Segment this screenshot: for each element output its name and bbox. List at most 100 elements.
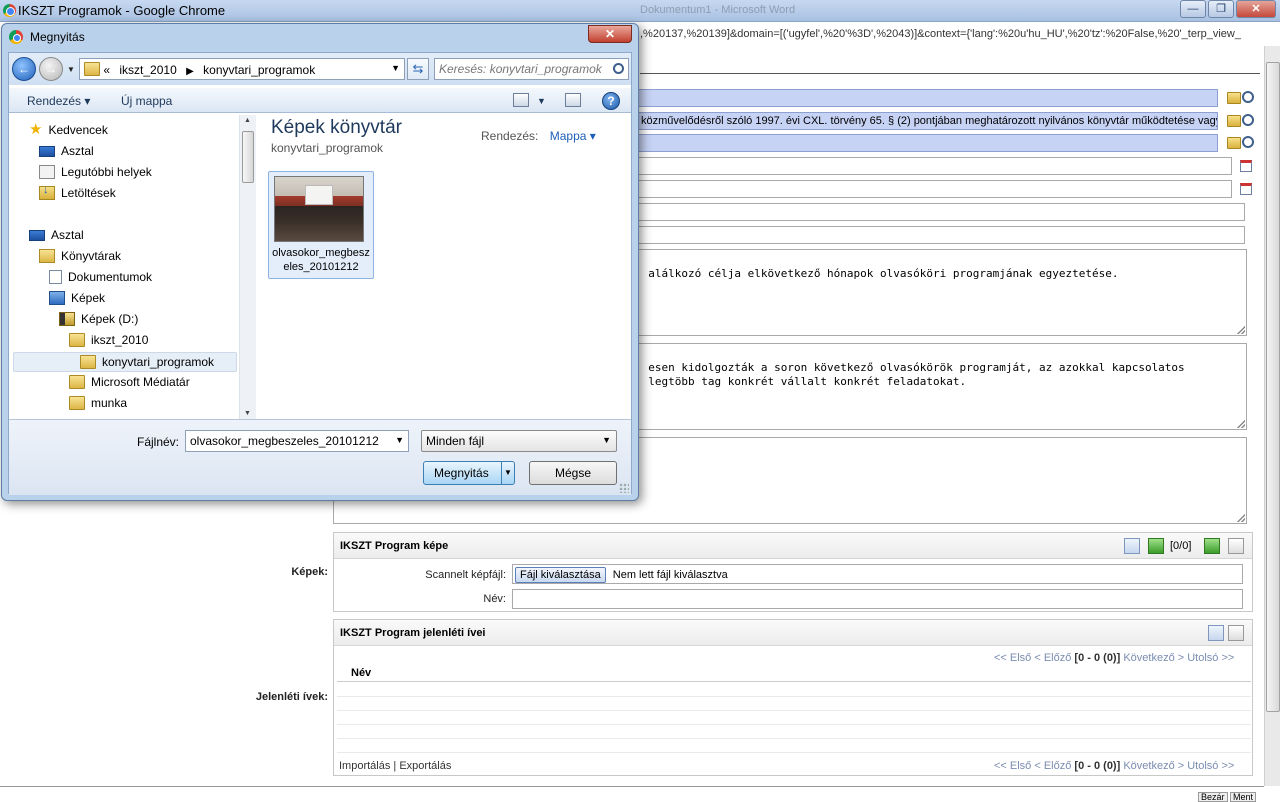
pager-bottom[interactable]: << Első < Előző [0 - 0 (0)] Következő > … [994, 760, 1234, 772]
form-field-blue-3[interactable] [636, 134, 1218, 152]
form-field-blue-1[interactable] [636, 89, 1218, 107]
nav-recent-places[interactable]: Legutóbbi helyek [39, 165, 152, 179]
chevron-down-icon[interactable]: ▼ [602, 435, 611, 445]
calendar-icon[interactable] [1240, 183, 1252, 195]
page-scrollbar[interactable] [1264, 46, 1280, 786]
new-record-icon[interactable] [1124, 538, 1140, 554]
documents-icon [49, 270, 62, 284]
scroll-down-icon[interactable]: ▼ [244, 410, 251, 417]
save-form-button[interactable]: Ment [1230, 792, 1257, 802]
resize-handle[interactable] [1237, 326, 1245, 334]
nav-pictures[interactable]: Képek [49, 291, 105, 305]
form-field-blue-2[interactable]: közművelődésről szóló 1997. évi CXL. tör… [636, 112, 1218, 130]
pager-next[interactable]: Következő > Utolsó >> [1123, 760, 1234, 772]
chevron-down-icon[interactable]: ▼ [395, 435, 404, 445]
forward-arrow-icon[interactable]: → [39, 57, 63, 81]
resize-handle[interactable] [1237, 420, 1245, 428]
choose-file-button[interactable]: Fájl kiválasztása [515, 567, 606, 583]
help-icon[interactable]: ? [602, 92, 620, 110]
back-arrow-icon[interactable]: ← [12, 57, 36, 81]
nav-folder-konyvtari[interactable]: konyvtari_programok [13, 352, 237, 372]
nav-documents[interactable]: Dokumentumok [49, 270, 152, 284]
preview-pane-icon[interactable] [565, 93, 581, 107]
table-row [337, 739, 1251, 753]
url-bar[interactable]: ,%20137,%20139]&domain=[('ugyfel',%20'%3… [640, 26, 1280, 46]
resize-grip-icon[interactable] [619, 483, 629, 493]
organize-menu[interactable]: Rendezés ▾ [27, 94, 90, 108]
nav-favorites[interactable]: ★ Kedvencek [29, 122, 108, 137]
open-button[interactable]: Megnyitás ▼ [423, 461, 515, 485]
cancel-button[interactable]: Mégse [529, 461, 617, 485]
nav-libraries[interactable]: Könyvtárak [39, 249, 121, 263]
pager-top[interactable]: << Első < Előző [0 - 0 (0)] Következő > … [994, 652, 1234, 664]
file-input[interactable]: Fájl kiválasztása Nem lett fájl kiválasz… [512, 564, 1243, 584]
chevron-down-icon[interactable]: ▼ [391, 63, 400, 73]
folder-icon [84, 62, 100, 76]
pager-next[interactable]: Következő > Utolsó >> [1123, 652, 1234, 664]
resize-handle[interactable] [1237, 514, 1245, 522]
folder-icon[interactable] [1227, 92, 1241, 104]
breadcrumb-item[interactable]: ikszt_2010 [119, 63, 176, 77]
search-icon[interactable] [1242, 91, 1254, 103]
breadcrumb-item[interactable]: konyvtari_programok [203, 63, 315, 77]
search-icon[interactable] [1242, 136, 1254, 148]
dialog-close-button[interactable]: ✕ [588, 25, 632, 43]
search-input[interactable]: Keresés: konyvtari_programok [434, 58, 629, 80]
nav-pane-scrollbar[interactable]: ▲ ▼ [239, 115, 256, 419]
text-field-2[interactable] [636, 226, 1245, 244]
breadcrumb-overflow[interactable]: « [103, 63, 110, 77]
nav-downloads[interactable]: Letöltések [39, 184, 116, 200]
nav-desktop[interactable]: Asztal [39, 144, 94, 158]
view-options-icon[interactable] [513, 93, 529, 107]
pager-prev[interactable]: << Első < Előző [994, 760, 1071, 772]
nav-pictures-drive[interactable]: Képek (D:) [59, 312, 138, 326]
address-breadcrumb[interactable]: « ikszt_2010 ▶ konyvtari_programok ▼ [79, 58, 405, 80]
new-folder-button[interactable]: Új mappa [121, 94, 172, 108]
next-arrow-icon[interactable] [1204, 538, 1220, 554]
text-field-1[interactable] [636, 203, 1245, 221]
nav-label: Microsoft Médiatár [91, 375, 190, 389]
chevron-right-icon[interactable]: ▶ [186, 66, 194, 77]
new-record-icon[interactable] [1208, 625, 1224, 641]
result-textarea[interactable]: esen kidolgozták a soron következő olvas… [628, 343, 1247, 430]
date-field-1[interactable] [636, 157, 1232, 175]
chevron-down-icon[interactable]: ▼ [537, 96, 546, 106]
previous-arrow-icon[interactable] [1148, 538, 1164, 554]
scroll-up-icon[interactable]: ▲ [244, 117, 251, 124]
pager-prev[interactable]: << Első < Előző [994, 652, 1071, 664]
table-row [337, 711, 1251, 725]
filename-input[interactable]: olvasokor_megbeszeles_20101212 ▼ [185, 430, 409, 452]
minimize-button[interactable]: — [1180, 0, 1206, 18]
arrange-dropdown[interactable]: Mappa ▾ [550, 129, 596, 143]
nav-desktop-root[interactable]: Asztal [29, 228, 84, 242]
close-form-button[interactable]: Bezár [1198, 792, 1228, 802]
maximize-button[interactable]: ❐ [1208, 0, 1234, 18]
folder-icon[interactable] [1227, 137, 1241, 149]
name-input[interactable] [512, 589, 1243, 609]
goal-textarea[interactable]: alálkozó célja elkövetkező hónapok olvas… [628, 249, 1247, 336]
list-view-icon[interactable] [1228, 625, 1244, 641]
close-window-button[interactable]: ✕ [1236, 0, 1276, 18]
calendar-icon[interactable] [1240, 160, 1252, 172]
scrollbar-thumb[interactable] [242, 131, 254, 183]
history-dropdown-icon[interactable]: ▼ [67, 65, 75, 74]
file-item-selected[interactable]: olvasokor_megbeszeles_20101212 [268, 171, 374, 279]
scrollbar-thumb[interactable] [1266, 62, 1280, 712]
export-link[interactable]: Exportálás [399, 760, 451, 772]
import-link[interactable]: Importálás [339, 760, 390, 772]
nav-label: munka [91, 396, 128, 410]
nav-folder-mediatar[interactable]: Microsoft Médiatár [69, 375, 190, 389]
nav-folder-ikszt[interactable]: ikszt_2010 [69, 333, 148, 347]
list-view-icon[interactable] [1228, 538, 1244, 554]
column-name-header[interactable]: Név [351, 667, 371, 679]
nav-folder-munka[interactable]: munka [69, 396, 127, 410]
refresh-icon[interactable]: ⇆ [407, 58, 429, 80]
folder-icon[interactable] [1227, 115, 1241, 127]
search-icon[interactable] [613, 63, 624, 74]
date-field-2[interactable] [636, 180, 1232, 198]
folder-icon [69, 333, 85, 347]
import-export-links: Importálás | Exportálás [339, 760, 451, 772]
search-icon[interactable] [1242, 114, 1254, 126]
chevron-down-icon[interactable]: ▼ [501, 462, 514, 484]
file-type-select[interactable]: Minden fájl ▼ [421, 430, 617, 452]
